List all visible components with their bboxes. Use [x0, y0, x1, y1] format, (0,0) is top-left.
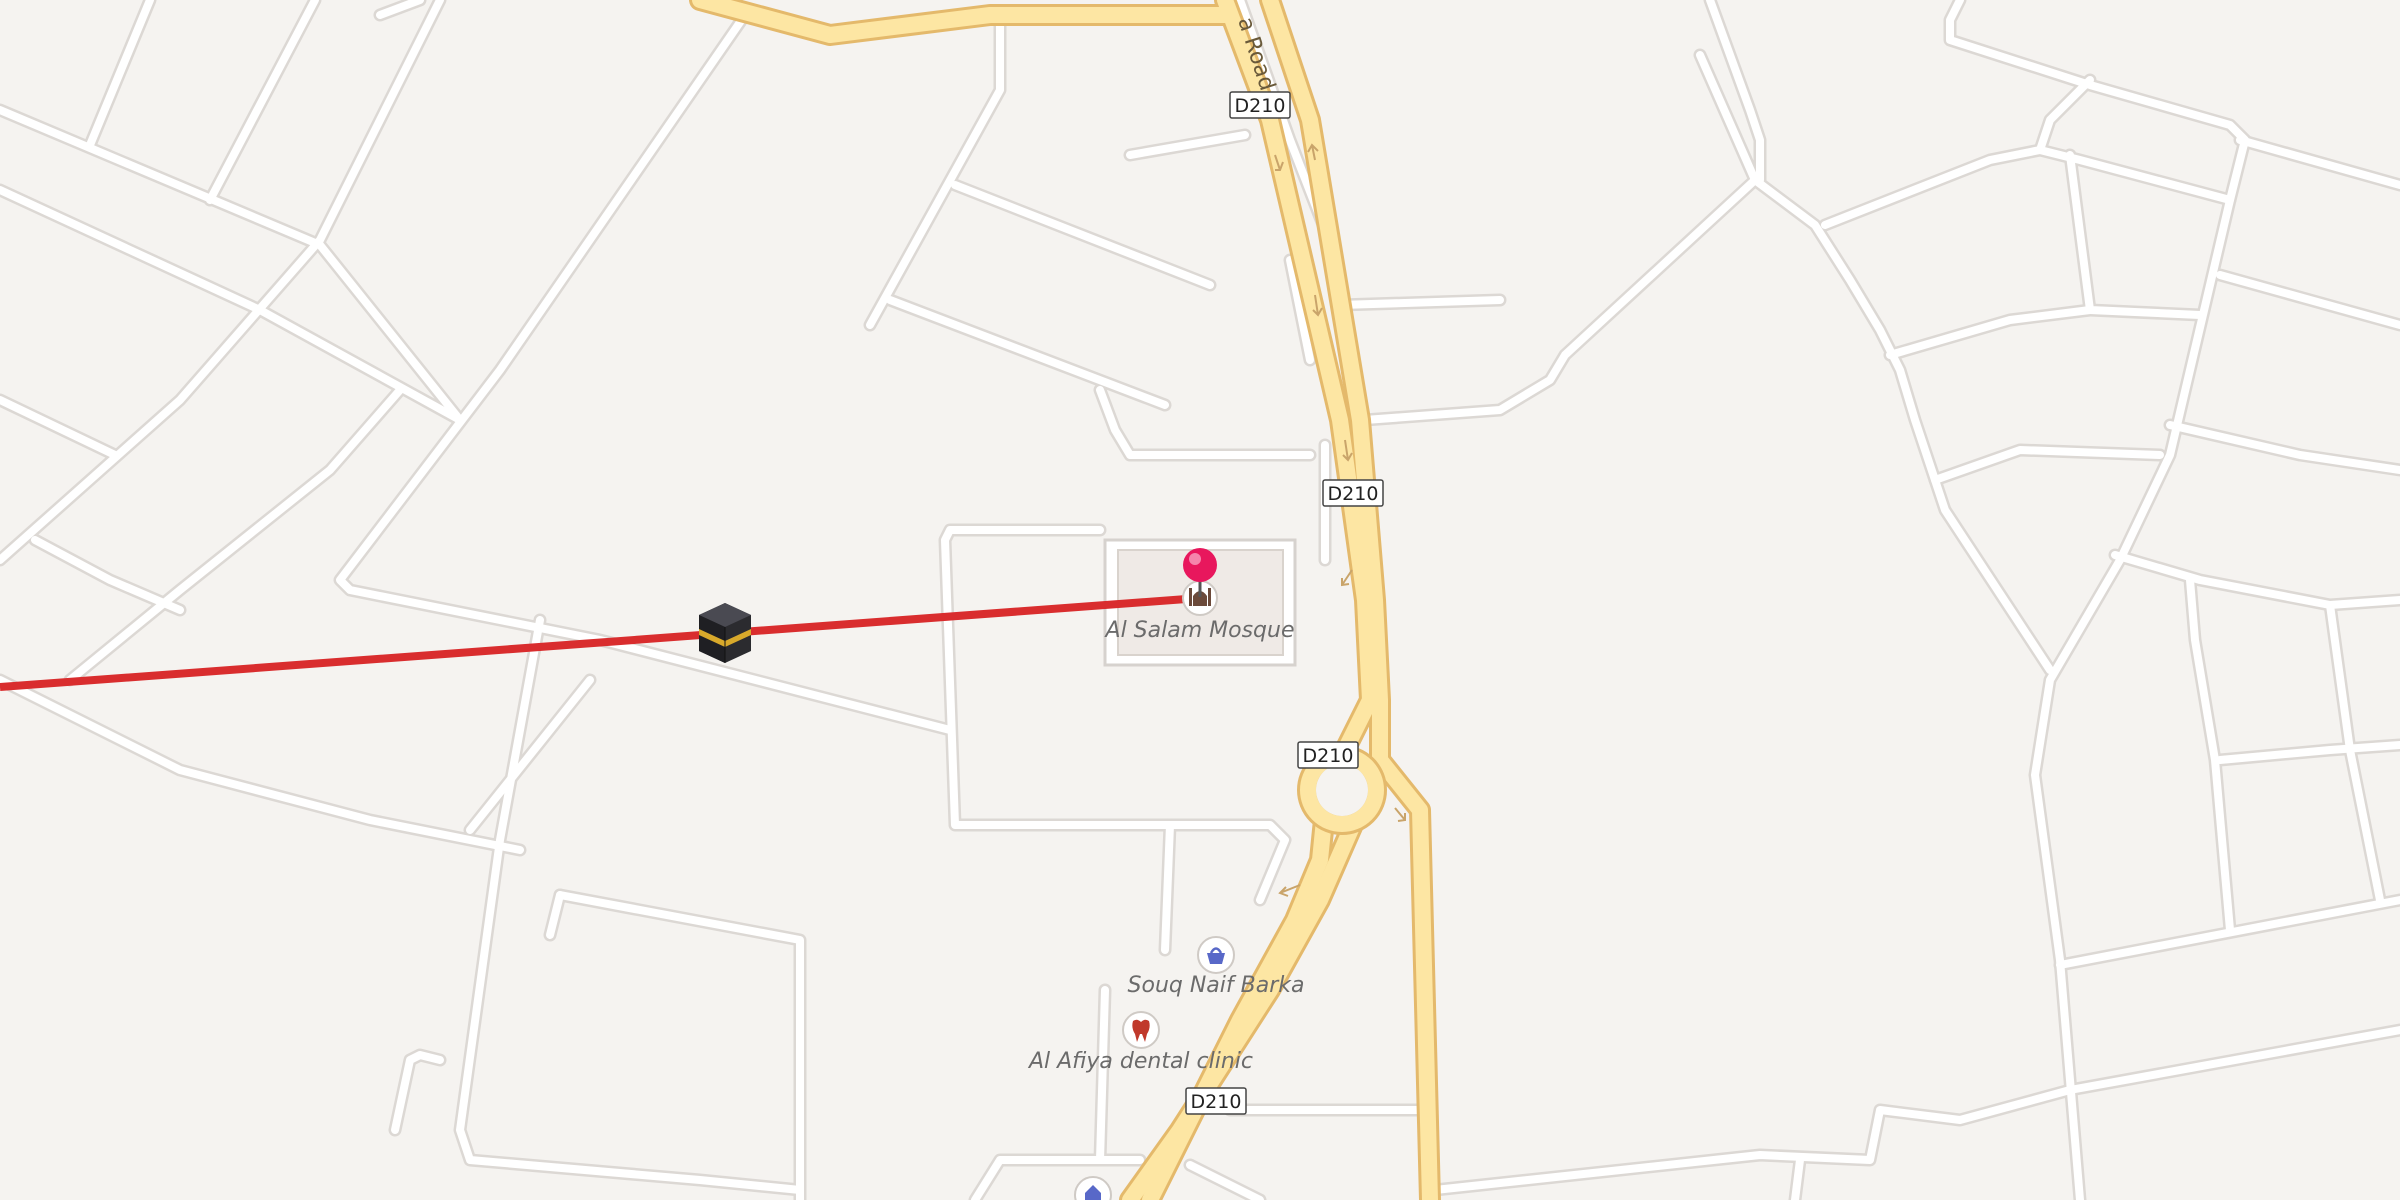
poi-label-mosque: Al Salam Mosque: [1104, 618, 1295, 643]
route-shield: D210: [1297, 741, 1359, 769]
kaaba-icon[interactable]: [699, 603, 751, 663]
primary-road-d210: [692, 0, 1438, 1200]
svg-text:D210: D210: [1303, 745, 1354, 767]
route-shield: D210: [1185, 1087, 1247, 1115]
shopping-basket-icon[interactable]: [1197, 936, 1235, 974]
svg-text:D210: D210: [1328, 483, 1379, 505]
map-canvas[interactable]: a Road D210 D210 D210 D210 Al Salam Mosq…: [0, 0, 2400, 1200]
route-shield: D210: [1322, 479, 1384, 507]
roundabout-center: [1316, 764, 1368, 816]
route-shield: D210: [1229, 91, 1291, 119]
poi-label-souq: Souq Naif Barka: [1128, 973, 1305, 998]
svg-text:D210: D210: [1235, 95, 1286, 117]
tooth-icon[interactable]: [1122, 1011, 1160, 1049]
svg-text:D210: D210: [1191, 1091, 1242, 1113]
poi-label-dental-clinic: Al Afiya dental clinic: [1027, 1049, 1253, 1074]
partial-poi-icon[interactable]: [1074, 1176, 1112, 1200]
